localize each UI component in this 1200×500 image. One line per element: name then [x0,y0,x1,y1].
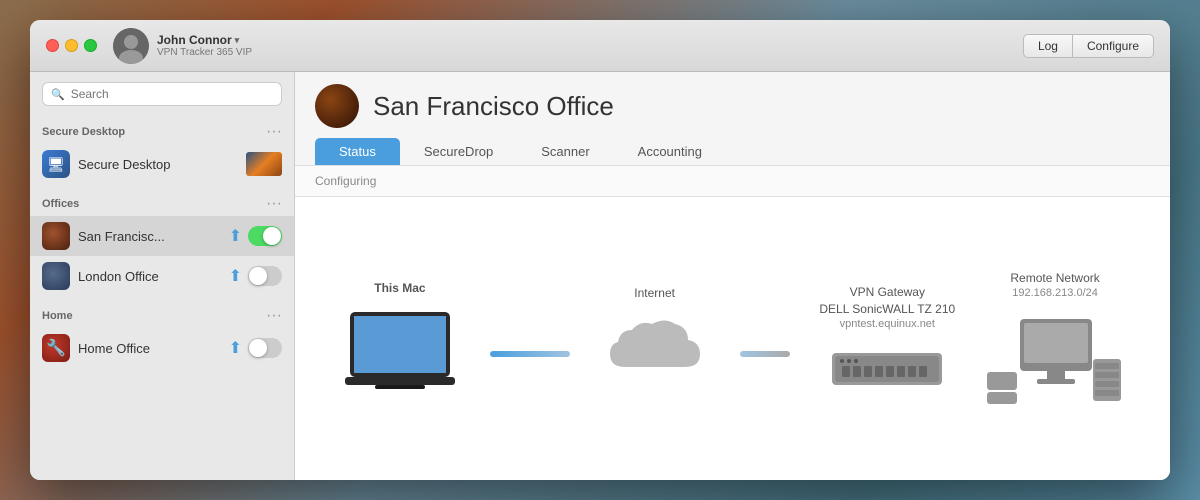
tab-accounting[interactable]: Accounting [614,138,726,165]
london-icon [42,262,70,290]
fullscreen-button[interactable] [84,39,97,52]
toggle-knob-home [249,339,267,357]
avatar [113,28,149,64]
node-remote-network: Remote Network 192.168.213.0/24 [985,270,1125,407]
more-button-offices[interactable]: ··· [266,196,282,212]
log-button[interactable]: Log [1023,34,1073,58]
section-header-secure-desktop: Secure Desktop ··· [30,116,294,144]
main-title-row: San Francisco Office [315,84,1150,128]
laptop-graphic [340,307,460,397]
this-mac-label: This Mac [374,280,425,297]
section-label-secure-desktop: Secure Desktop [42,126,125,138]
close-button[interactable] [46,39,59,52]
user-subtitle: VPN Tracker 365 VIP [157,47,252,58]
section-header-home: Home ··· [30,300,294,328]
sidebar-item-secure-desktop[interactable]: 🖥 Secure Desktop [30,144,294,184]
san-francisco-label: San Francisc... [78,229,221,244]
network-diagram: This Mac Internet [295,197,1170,480]
toggle-london-office[interactable] [248,266,282,286]
home-icon: 🔧 [42,334,70,362]
status-text: Configuring [315,174,376,188]
app-window: John Connor ▾ VPN Tracker 365 VIP Log Co… [30,20,1170,480]
toggle-san-francisco[interactable] [248,226,282,246]
san-francisco-icon [42,222,70,250]
home-office-label: Home Office [78,341,221,356]
node-internet: Internet [600,285,710,392]
section-header-offices: Offices ··· [30,188,294,216]
switch-graphic [827,348,947,393]
vpn-gateway-device: DELL SonicWALL TZ 210 [819,301,955,318]
more-button-secure-desktop[interactable]: ··· [266,124,282,140]
connection-line-2 [740,351,790,357]
sidebar-section-offices: Offices ··· San Francisc... ⬆ [30,188,294,296]
page-title: San Francisco Office [373,91,614,122]
tab-status[interactable]: Status [315,138,400,165]
tab-securedrop[interactable]: SecureDrop [400,138,517,165]
main-panel: San Francisco Office Status SecureDrop S… [295,72,1170,480]
search-input[interactable] [71,87,273,101]
internet-label: Internet [634,285,675,302]
vpn-gateway-label: VPN Gateway [819,284,955,301]
traffic-lights [46,39,97,52]
user-name[interactable]: John Connor ▾ [157,33,252,47]
toggle-knob-london [249,267,267,285]
upload-icon-london: ⬆ [229,266,242,286]
user-info: John Connor ▾ VPN Tracker 365 VIP [157,33,252,58]
remote-network-subnet: 192.168.213.0/24 [1010,287,1099,299]
upload-icon-home: ⬆ [229,338,242,358]
toggle-home-office[interactable] [248,338,282,358]
section-label-offices: Offices [42,198,79,210]
sidebar-item-home-office[interactable]: 🔧 Home Office ⬆ [30,328,294,368]
section-label-home: Home [42,310,73,322]
sidebar-item-london-office[interactable]: London Office ⬆ [30,256,294,296]
secure-desktop-thumbnail [246,152,282,176]
san-francisco-controls: ⬆ [229,226,282,246]
secure-desktop-item-label: Secure Desktop [78,157,238,172]
home-office-controls: ⬆ [229,338,282,358]
sidebar-section-secure-desktop: Secure Desktop ··· 🖥 Secure Desktop [30,116,294,184]
search-icon: 🔍 [51,88,65,101]
connection-line-1 [490,351,570,357]
node-vpn-gateway: VPN Gateway DELL SonicWALL TZ 210 vpntes… [819,284,955,393]
main-connection-icon [315,84,359,128]
minimize-button[interactable] [65,39,78,52]
sidebar-section-home: Home ··· 🔧 Home Office ⬆ [30,300,294,368]
remote-network-label: Remote Network [1010,270,1099,287]
main-header: San Francisco Office Status SecureDrop S… [295,72,1170,166]
main-content: 🔍 Secure Desktop ··· 🖥 Secure Desktop [30,72,1170,480]
london-label: London Office [78,269,221,284]
titlebar-actions: Log Configure [1023,34,1154,58]
toggle-knob-sf [263,227,281,245]
remote-network-graphic [985,317,1125,407]
node-this-mac: This Mac [340,280,460,397]
more-button-home[interactable]: ··· [266,308,282,324]
user-section: John Connor ▾ VPN Tracker 365 VIP [113,28,252,64]
sidebar: 🔍 Secure Desktop ··· 🖥 Secure Desktop [30,72,295,480]
chevron-down-icon: ▾ [235,35,240,46]
tab-bar: Status SecureDrop Scanner Accounting [315,138,1150,165]
titlebar: John Connor ▾ VPN Tracker 365 VIP Log Co… [30,20,1170,72]
sidebar-item-san-francisco[interactable]: San Francisc... ⬆ [30,216,294,256]
configure-button[interactable]: Configure [1073,34,1154,58]
search-bar[interactable]: 🔍 [42,82,282,106]
secure-desktop-icon: 🖥 [42,150,70,178]
vpn-gateway-host: vpntest.equinux.net [819,318,955,330]
cloud-graphic [600,312,710,392]
status-area: Configuring [295,166,1170,197]
tab-scanner[interactable]: Scanner [517,138,613,165]
london-controls: ⬆ [229,266,282,286]
upload-icon-sf: ⬆ [229,226,242,246]
